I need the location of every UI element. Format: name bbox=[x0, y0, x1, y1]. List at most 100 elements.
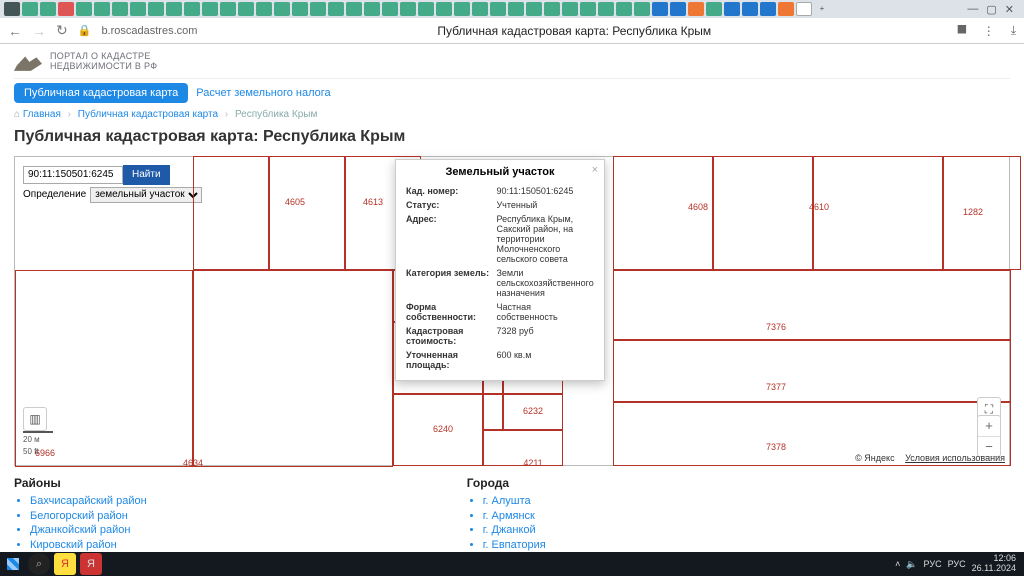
parcel[interactable] bbox=[613, 156, 713, 270]
tab[interactable] bbox=[238, 2, 254, 16]
cadastral-map[interactable]: Найти Определение земельный участок 500 … bbox=[14, 156, 1010, 466]
tab[interactable] bbox=[184, 2, 200, 16]
tab[interactable] bbox=[328, 2, 344, 16]
parcel[interactable] bbox=[269, 156, 345, 270]
list-item[interactable]: Белогорский район bbox=[30, 509, 147, 524]
tray-clock[interactable]: 12:06 26.11.2024 bbox=[972, 554, 1016, 574]
tab-new[interactable]: + bbox=[814, 2, 830, 16]
tab[interactable] bbox=[382, 2, 398, 16]
layers-button[interactable]: ▥ bbox=[23, 407, 47, 431]
tab[interactable] bbox=[112, 2, 128, 16]
tab[interactable] bbox=[40, 2, 56, 16]
tab[interactable] bbox=[364, 2, 380, 16]
cities-list: Города г. Алушта г. Армянск г. Джанкой г… bbox=[467, 476, 546, 553]
tab[interactable] bbox=[652, 2, 668, 16]
bookmark-icon[interactable]: ⯀ bbox=[957, 23, 967, 38]
tab[interactable] bbox=[508, 2, 524, 16]
parcel[interactable] bbox=[713, 156, 813, 270]
taskbar-yandex-icon[interactable]: Я bbox=[54, 553, 76, 575]
districts-list: Районы Бахчисарайский район Белогорский … bbox=[14, 476, 147, 553]
tab[interactable] bbox=[220, 2, 236, 16]
close-icon[interactable]: × bbox=[592, 164, 598, 176]
tab[interactable] bbox=[346, 2, 362, 16]
tab-active[interactable] bbox=[796, 2, 812, 16]
parcel[interactable] bbox=[483, 394, 503, 430]
crumb-home[interactable]: Главная bbox=[23, 109, 61, 120]
zoom-in-button[interactable]: + bbox=[978, 416, 1000, 436]
os-search-icon[interactable]: ⌕ bbox=[28, 553, 50, 575]
taskbar-app-icon[interactable]: Я bbox=[80, 553, 102, 575]
parcel[interactable] bbox=[813, 156, 943, 270]
back-icon[interactable]: ← bbox=[8, 23, 22, 39]
tab[interactable] bbox=[22, 2, 38, 16]
tray-ime[interactable]: РУС bbox=[948, 559, 966, 569]
popup-status: Учтенный bbox=[492, 198, 594, 212]
window-minimize-icon[interactable]: — bbox=[967, 3, 978, 16]
tab[interactable] bbox=[436, 2, 452, 16]
tab[interactable] bbox=[724, 2, 740, 16]
tab[interactable] bbox=[634, 2, 650, 16]
tab[interactable] bbox=[706, 2, 722, 16]
crumb-map[interactable]: Публичная кадастровая карта bbox=[78, 109, 218, 120]
url-text[interactable]: b.roscadastres.com bbox=[101, 25, 197, 37]
nav-tax-link[interactable]: Расчет земельного налога bbox=[196, 87, 330, 99]
tab[interactable] bbox=[94, 2, 110, 16]
tab[interactable] bbox=[616, 2, 632, 16]
list-item[interactable]: г. Джанкой bbox=[483, 523, 546, 538]
tray-chevron-icon[interactable]: ˄ bbox=[895, 559, 900, 569]
tab[interactable] bbox=[76, 2, 92, 16]
tray-lang[interactable]: РУС bbox=[924, 559, 942, 569]
home-icon[interactable]: ⌂ bbox=[14, 109, 20, 120]
cadastral-search-input[interactable] bbox=[23, 166, 123, 184]
tab[interactable] bbox=[688, 2, 704, 16]
tab[interactable] bbox=[760, 2, 776, 16]
parcel[interactable] bbox=[193, 270, 393, 467]
parcel[interactable] bbox=[193, 156, 269, 270]
find-button[interactable]: Найти bbox=[123, 165, 170, 185]
window-maximize-icon[interactable]: ▢ bbox=[986, 3, 996, 16]
list-item[interactable]: Кировский район bbox=[30, 538, 147, 553]
tab[interactable] bbox=[742, 2, 758, 16]
tray-speaker-icon[interactable]: 🔈 bbox=[906, 559, 917, 570]
tab[interactable] bbox=[526, 2, 542, 16]
os-taskbar: ⌕ Я Я ˄ 🔈 РУС РУС 12:06 26.11.2024 bbox=[0, 552, 1024, 576]
list-item[interactable]: Бахчисарайский район bbox=[30, 494, 147, 509]
tab[interactable] bbox=[148, 2, 164, 16]
tab[interactable] bbox=[400, 2, 416, 16]
tab[interactable] bbox=[670, 2, 686, 16]
start-button[interactable] bbox=[0, 552, 26, 576]
tab[interactable] bbox=[580, 2, 596, 16]
tab[interactable] bbox=[256, 2, 272, 16]
tab[interactable] bbox=[202, 2, 218, 16]
menu-icon[interactable]: ⋮ bbox=[983, 24, 995, 38]
tab[interactable] bbox=[274, 2, 290, 16]
tab[interactable] bbox=[598, 2, 614, 16]
tab[interactable] bbox=[418, 2, 434, 16]
tab[interactable] bbox=[778, 2, 794, 16]
tab[interactable] bbox=[490, 2, 506, 16]
parcel[interactable] bbox=[613, 340, 1011, 402]
tab[interactable] bbox=[472, 2, 488, 16]
parcel[interactable] bbox=[613, 270, 1011, 340]
tab[interactable] bbox=[4, 2, 20, 16]
tab[interactable] bbox=[58, 2, 74, 16]
reload-icon[interactable]: ↻ bbox=[56, 22, 68, 39]
filter-select[interactable]: земельный участок bbox=[90, 187, 202, 203]
window-close-icon[interactable]: ✕ bbox=[1005, 3, 1014, 16]
nav-map-tab[interactable]: Публичная кадастровая карта bbox=[14, 83, 188, 103]
list-item[interactable]: г. Алушта bbox=[483, 494, 546, 509]
list-item[interactable]: г. Армянск bbox=[483, 509, 546, 524]
tab[interactable] bbox=[562, 2, 578, 16]
forward-icon[interactable]: → bbox=[32, 23, 46, 39]
tab[interactable] bbox=[292, 2, 308, 16]
tab[interactable] bbox=[544, 2, 560, 16]
tab[interactable] bbox=[166, 2, 182, 16]
download-icon[interactable]: ⤓ bbox=[1011, 23, 1016, 38]
list-item[interactable]: Джанкойский район bbox=[30, 523, 147, 538]
list-item[interactable]: г. Евпатория bbox=[483, 538, 546, 553]
terms-link[interactable]: Условия использования bbox=[905, 453, 1005, 463]
parcel-label: 6232 bbox=[523, 406, 543, 416]
tab[interactable] bbox=[310, 2, 326, 16]
tab[interactable] bbox=[454, 2, 470, 16]
tab[interactable] bbox=[130, 2, 146, 16]
